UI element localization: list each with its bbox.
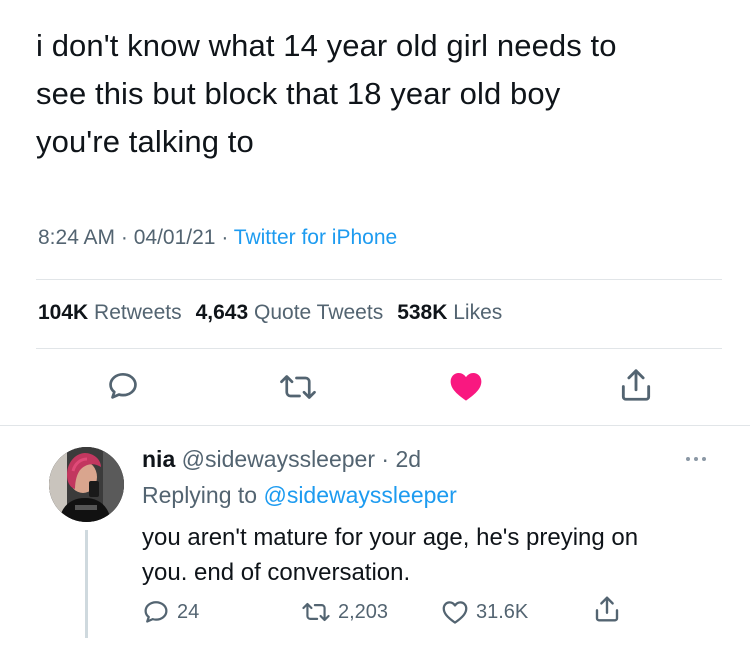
- quotes-label: Quote Tweets: [254, 301, 384, 324]
- like-count: 31.6K: [476, 600, 529, 623]
- retweets-label: Retweets: [94, 301, 182, 324]
- avatar[interactable]: [49, 447, 124, 522]
- reply-retweet-button[interactable]: 2,203: [300, 597, 388, 627]
- reply-author-name[interactable]: nia: [142, 446, 175, 472]
- retweet-count: 2,203: [338, 600, 389, 623]
- tweet-source-link[interactable]: Twitter for iPhone: [234, 226, 397, 249]
- avatar-photo: [49, 447, 124, 522]
- more-dot-icon: [694, 457, 698, 461]
- meta-separator: ·: [215, 226, 234, 249]
- likes-label: Likes: [453, 301, 503, 324]
- tweet-text-line: you're talking to: [36, 124, 254, 159]
- retweets-stat[interactable]: 104K Retweets: [38, 301, 182, 324]
- reply-like-button[interactable]: 31.6K: [440, 597, 528, 627]
- reply-author-handle[interactable]: @sidewayssleeper: [182, 446, 375, 472]
- divider: [0, 425, 750, 426]
- replying-to-handle[interactable]: @sidewayssleeper: [263, 482, 456, 508]
- reply-time-separator: ·: [375, 446, 396, 472]
- retweets-count: 104K: [38, 301, 89, 324]
- retweet-button[interactable]: [276, 368, 320, 406]
- tweet-meta: 8:24 AM · 04/01/21 · Twitter for iPhone: [38, 226, 397, 250]
- tweet-text-line: i don't know what 14 year old girl needs…: [36, 28, 617, 63]
- reply-icon: [144, 601, 168, 623]
- likes-count: 538K: [397, 301, 448, 324]
- reply-reply-button[interactable]: 24: [141, 597, 199, 627]
- reply-icon: [109, 372, 137, 399]
- replying-to-label: Replying to: [142, 482, 258, 508]
- heart-filled-icon: [450, 373, 482, 401]
- meta-separator: ·: [115, 226, 134, 249]
- reply-text-line: you aren't mature for your age, he's pre…: [142, 524, 639, 551]
- share-icon: [621, 369, 651, 401]
- retweet-icon: [280, 375, 316, 399]
- reply-share-button[interactable]: [592, 594, 622, 624]
- more-dot-icon: [702, 457, 706, 461]
- reply-button[interactable]: [104, 367, 142, 405]
- tweet-stats: 104K Retweets 4,643 Quote Tweets 538K Like…: [38, 301, 502, 325]
- heart-outline-icon: [442, 601, 468, 624]
- tweet-detail-screen: i don't know what 14 year old girl needs…: [0, 0, 750, 654]
- tweet-time: 8:24 AM: [38, 226, 116, 249]
- reply-text: you aren't mature for your age, he's pre…: [142, 520, 732, 590]
- quote-tweets-stat[interactable]: 4,643 Quote Tweets: [196, 301, 384, 324]
- tweet-text: i don't know what 14 year old girl needs…: [36, 22, 736, 166]
- thread-line: [85, 530, 88, 638]
- reply-header: nia @sidewayssleeper · 2d: [142, 446, 421, 473]
- share-button[interactable]: [615, 364, 657, 406]
- divider: [36, 348, 722, 349]
- tweet-date: 04/01/21: [133, 226, 216, 249]
- tweet-text-line: see this but block that 18 year old boy: [36, 76, 561, 111]
- more-dot-icon: [686, 457, 690, 461]
- likes-stat[interactable]: 538K Likes: [397, 301, 502, 324]
- replying-to: Replying to @sidewayssleeper: [142, 482, 457, 509]
- like-button[interactable]: [445, 366, 487, 406]
- divider: [36, 279, 722, 280]
- share-icon: [595, 596, 619, 622]
- reply-text-line: you. end of conversation.: [142, 559, 411, 586]
- more-options-button[interactable]: [686, 452, 716, 466]
- retweet-icon: [302, 602, 330, 622]
- quotes-count: 4,643: [195, 301, 249, 324]
- reply-time: 2d: [395, 446, 422, 472]
- reply-count: 24: [177, 600, 200, 623]
